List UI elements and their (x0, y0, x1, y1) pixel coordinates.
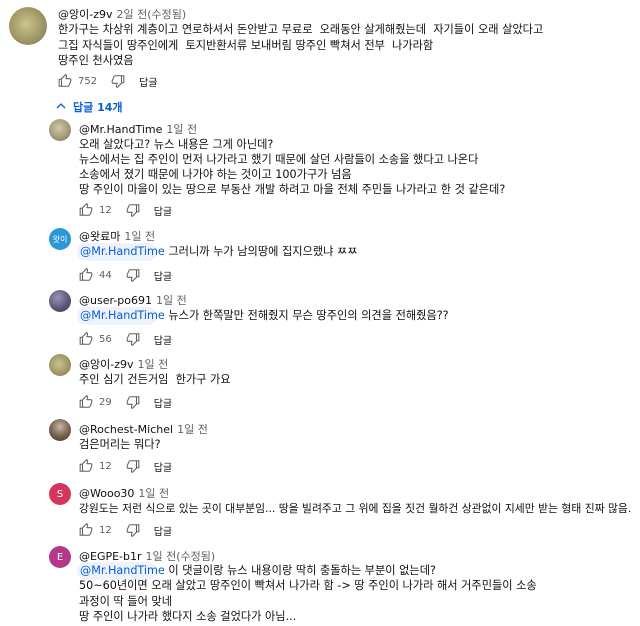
comment-text-line: 땅주인 천사였음 (58, 54, 134, 67)
reply-button[interactable]: 답글 (154, 395, 172, 410)
reply-text-line: 강원도는 저런 식으로 있는 곳이 대부분임... 땅을 빌려주고 그 위에 집… (79, 502, 632, 515)
reply-text-line: @Mr.HandTime 그러니까 누가 남의땅에 집지으랬냐 ㅉㅉ (80, 244, 358, 260)
mention-link[interactable]: @Mr.HandTime (80, 564, 165, 577)
reply-button[interactable]: 답글 (154, 332, 172, 347)
avatar-initials: S (56, 488, 64, 500)
reply-actions: 29 답글 (79, 393, 172, 411)
reply-text-line: 검은머리는 뭐다? (79, 438, 161, 451)
timestamp[interactable]: 1일 전 (156, 294, 187, 307)
timestamp[interactable]: 1일 전 (177, 423, 208, 436)
comment-text-line: 그집 자식들이 땅주인에게 토지반환서류 보내버림 땅주인 빡쳐서 전부 나가라… (58, 39, 434, 52)
reply-text-line: @Mr.HandTime 이 댓글이랑 뉴스 내용이랑 딱히 충돌하는 부분이 … (80, 563, 436, 579)
reply-text-line: 과정이 딱 들어 맞네 (79, 595, 173, 608)
dislike-icon[interactable] (111, 74, 125, 88)
reply-button[interactable]: 답글 (154, 459, 172, 474)
reply-text-line: 50~60년이면 오래 살았고 땅주인이 빡쳐서 나가라 함 -> 땅 주인이 … (79, 579, 537, 592)
reply-button[interactable]: 답글 (154, 268, 172, 283)
author-name[interactable]: @Wooo30 (79, 487, 134, 500)
dislike-icon[interactable] (126, 268, 140, 282)
timestamp[interactable]: 1일 전 (124, 230, 155, 243)
comment-header: @앙이-z9v 2일 전(수정됨) (58, 6, 186, 22)
like-icon[interactable] (79, 523, 93, 537)
like-icon[interactable] (58, 74, 72, 88)
avatar[interactable] (9, 7, 47, 45)
like-icon[interactable] (79, 268, 93, 282)
avatar[interactable] (49, 119, 71, 141)
dislike-icon[interactable] (126, 395, 140, 409)
like-icon[interactable] (79, 459, 93, 473)
reply-text-line: 소송에서 졌기 때문에 나가야 하는 것이고 100가구가 넘음 (79, 168, 352, 181)
like-count: 44 (99, 269, 112, 281)
reply-header: @왓료마 1일 전 (79, 228, 155, 244)
comments-section: @앙이-z9v 2일 전(수정됨) 한가구는 차상위 계층이고 연로하셔서 돈안받… (0, 0, 640, 626)
like-icon[interactable] (79, 332, 93, 346)
avatar-initials: E (56, 551, 64, 563)
comment-actions: 752 답글 (58, 72, 158, 90)
timestamp[interactable]: 1일 전 (166, 123, 197, 136)
timestamp[interactable]: 1일 전 (138, 487, 169, 500)
reply-text-line: 뉴스에서는 집 주인이 먼저 나가라고 했기 때문에 살던 사람들이 소송을 했… (79, 153, 479, 166)
reply-text-line: 땅 주인이 나가라 했다지 소송 걸었다가 아님... (79, 610, 297, 623)
reply-actions: 56 답글 (79, 330, 172, 348)
author-name[interactable]: @Mr.HandTime (79, 123, 162, 136)
reply-actions: 12 답글 (79, 457, 172, 475)
reply-text-line: 오래 살았다고? 뉴스 내용은 그게 아닌데? (79, 138, 274, 151)
timestamp[interactable]: 1일 전 (138, 358, 169, 371)
dislike-icon[interactable] (126, 523, 140, 537)
replies-toggle-button[interactable]: 답글 14개 (55, 98, 123, 116)
avatar-initials: 왓이 (52, 234, 68, 244)
reply-header: @Rochest-Michel 1일 전 (79, 421, 208, 437)
reply-text-line: 주인 심기 건든거임 한가구 가요 (79, 373, 231, 386)
like-count: 12 (99, 460, 112, 472)
reply-actions: 12 답글 (79, 201, 172, 219)
comment-text-line: 한가구는 차상위 계층이고 연로하셔서 돈안받고 무료로 오래동안 살게해줬는데… (58, 23, 544, 36)
like-count: 12 (99, 204, 112, 216)
reply-actions: 44 답글 (79, 266, 172, 284)
author-name[interactable]: @앙이-z9v (58, 8, 113, 21)
timestamp[interactable]: 1일 전(수정됨) (146, 550, 216, 563)
reply-text: 이 댓글이랑 뉴스 내용이랑 딱히 충돌하는 부분이 없는데? (168, 564, 436, 577)
avatar[interactable]: E (49, 546, 71, 568)
author-name[interactable]: @Rochest-Michel (79, 423, 173, 436)
reply-header: @Wooo30 1일 전 (79, 485, 169, 501)
avatar[interactable] (49, 290, 71, 312)
author-name[interactable]: @왓료마 (79, 230, 120, 243)
avatar[interactable] (49, 354, 71, 376)
reply-actions: 12 답글 (79, 521, 172, 539)
like-icon[interactable] (79, 203, 93, 217)
reply-text: 뉴스가 한쪽말만 전해줬지 무슨 땅주인의 의견을 전해줬음?? (168, 309, 449, 322)
like-count: 12 (99, 524, 112, 536)
timestamp[interactable]: 2일 전(수정됨) (117, 8, 187, 21)
reply-header: @앙이-z9v 1일 전 (79, 356, 168, 372)
reply-button[interactable]: 답글 (139, 74, 157, 89)
mention-link[interactable]: @Mr.HandTime (80, 309, 165, 322)
reply-text-line: 땅 주인이 마을이 있는 땅으로 부동산 개발 하려고 마을 전체 주민들 나가… (79, 183, 506, 196)
reply-text: 그러니까 누가 남의땅에 집지으랬냐 ㅉㅉ (168, 245, 358, 258)
avatar[interactable] (49, 419, 71, 441)
reply-header: @user-po691 1일 전 (79, 292, 187, 308)
reply-header: @Mr.HandTime 1일 전 (79, 121, 197, 137)
dislike-icon[interactable] (126, 203, 140, 217)
dislike-icon[interactable] (126, 459, 140, 473)
avatar[interactable]: S (49, 483, 71, 505)
avatar[interactable]: 왓이 (49, 228, 71, 250)
author-name[interactable]: @user-po691 (79, 294, 152, 307)
author-name[interactable]: @앙이-z9v (79, 358, 134, 371)
replies-toggle-label: 답글 14개 (73, 101, 123, 114)
reply-button[interactable]: 답글 (154, 523, 172, 538)
reply-button[interactable]: 답글 (154, 203, 172, 218)
chevron-up-icon (55, 100, 73, 115)
reply-text-line: @Mr.HandTime 뉴스가 한쪽말만 전해줬지 무슨 땅주인의 의견을 전… (80, 308, 449, 324)
dislike-icon[interactable] (126, 332, 140, 346)
like-icon[interactable] (79, 395, 93, 409)
mention-link[interactable]: @Mr.HandTime (80, 245, 165, 258)
like-count: 29 (99, 396, 112, 408)
like-count: 56 (99, 333, 112, 345)
like-count: 752 (78, 75, 98, 87)
